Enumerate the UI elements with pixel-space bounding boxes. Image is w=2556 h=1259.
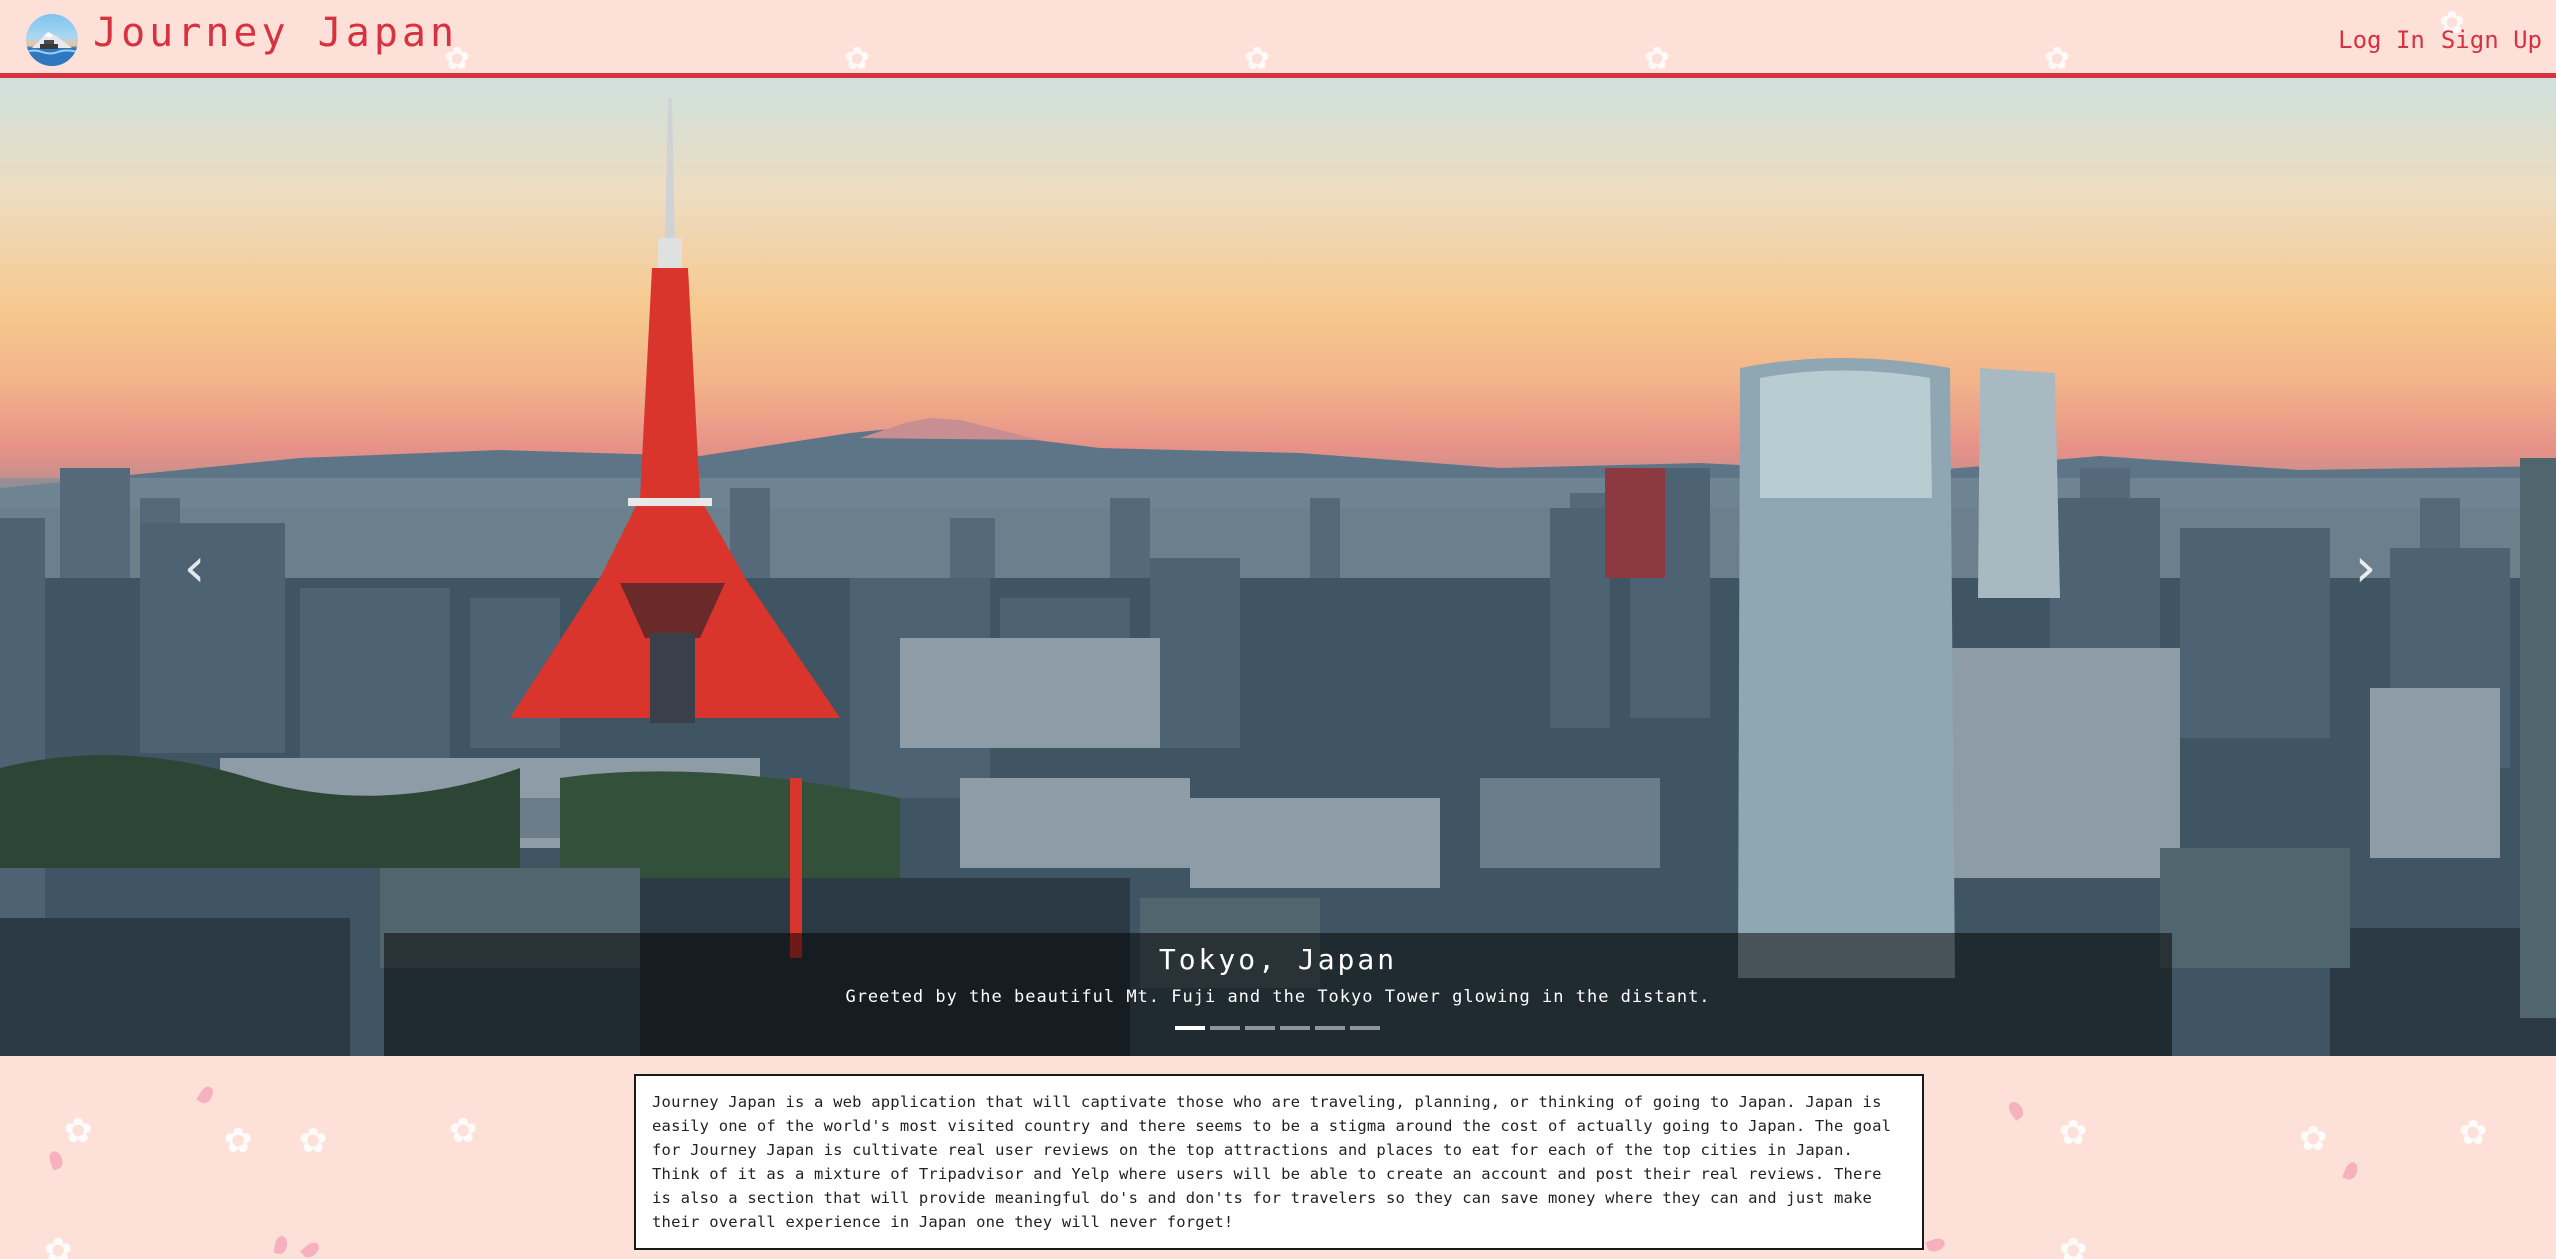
about-section: ✿ ✿ ✿ ✿ ✿ ✿ ✿ ✿ ✿ Journey Japan is a web… [0, 1056, 2556, 1259]
petal-icon [273, 1235, 289, 1255]
cherry-blossom-icon: ✿ [300, 1112, 327, 1163]
carousel-indicator[interactable] [1280, 1026, 1310, 1030]
cherry-blossom-icon: ✿ [65, 1102, 92, 1153]
auth-nav: Log In Sign Up [2338, 26, 2542, 54]
chevron-right-icon: › [2348, 536, 2382, 599]
brand-logo[interactable] [26, 14, 78, 66]
petal-icon [300, 1239, 322, 1259]
cherry-blossom-icon: ✿ [45, 1222, 72, 1259]
cherry-blossom-icon: ✿ [225, 1112, 252, 1163]
cherry-blossom-icon: ✿ [2060, 1104, 2087, 1155]
cherry-blossom-icon: ✿ [2045, 33, 2070, 78]
cherry-blossom-icon: ✿ [2460, 1104, 2487, 1155]
mt-fuji-logo-icon [26, 32, 78, 66]
carousel-slide-caption: Greeted by the beautiful Mt. Fuji and th… [845, 987, 1711, 1007]
hero-carousel: ‹ › Tokyo, Japan Greeted by the beautifu… [0, 78, 2556, 1056]
carousel-prev-button[interactable]: ‹ [165, 528, 225, 608]
brand-title[interactable]: Journey Japan [93, 10, 458, 56]
carousel-indicator[interactable] [1245, 1026, 1275, 1030]
petal-icon [2342, 1160, 2360, 1182]
tokyo-skyline-image [0, 98, 2556, 1056]
petal-icon [1925, 1236, 1947, 1254]
cherry-blossom-icon: ✿ [2300, 1110, 2327, 1161]
carousel-indicator[interactable] [1350, 1026, 1380, 1030]
cherry-blossom-icon: ✿ [450, 1102, 477, 1153]
petal-icon [196, 1084, 216, 1106]
cherry-blossom-icon: ✿ [1645, 33, 1670, 78]
login-link[interactable]: Log In [2338, 26, 2425, 54]
petal-icon [47, 1149, 65, 1171]
navbar: ✿ ✿ ✿ ✿ ✿ ✿ Journey Japan Log In Sign Up [0, 0, 2556, 78]
cherry-blossom-icon: ✿ [2060, 1222, 2087, 1259]
cherry-blossom-icon: ✿ [1245, 33, 1270, 78]
carousel-indicator[interactable] [1175, 1026, 1205, 1030]
carousel-indicator[interactable] [1315, 1026, 1345, 1030]
carousel-slide-title: Tokyo, Japan [1158, 943, 1398, 976]
petal-icon [2005, 1099, 2027, 1121]
carousel-indicator[interactable] [1210, 1026, 1240, 1030]
carousel-indicators [1175, 1026, 1380, 1030]
signup-link[interactable]: Sign Up [2441, 26, 2542, 54]
chevron-left-icon: ‹ [178, 536, 212, 599]
carousel-next-button[interactable]: › [2335, 528, 2395, 608]
about-description: Journey Japan is a web application that … [634, 1074, 1924, 1250]
cherry-blossom-icon: ✿ [845, 33, 870, 78]
